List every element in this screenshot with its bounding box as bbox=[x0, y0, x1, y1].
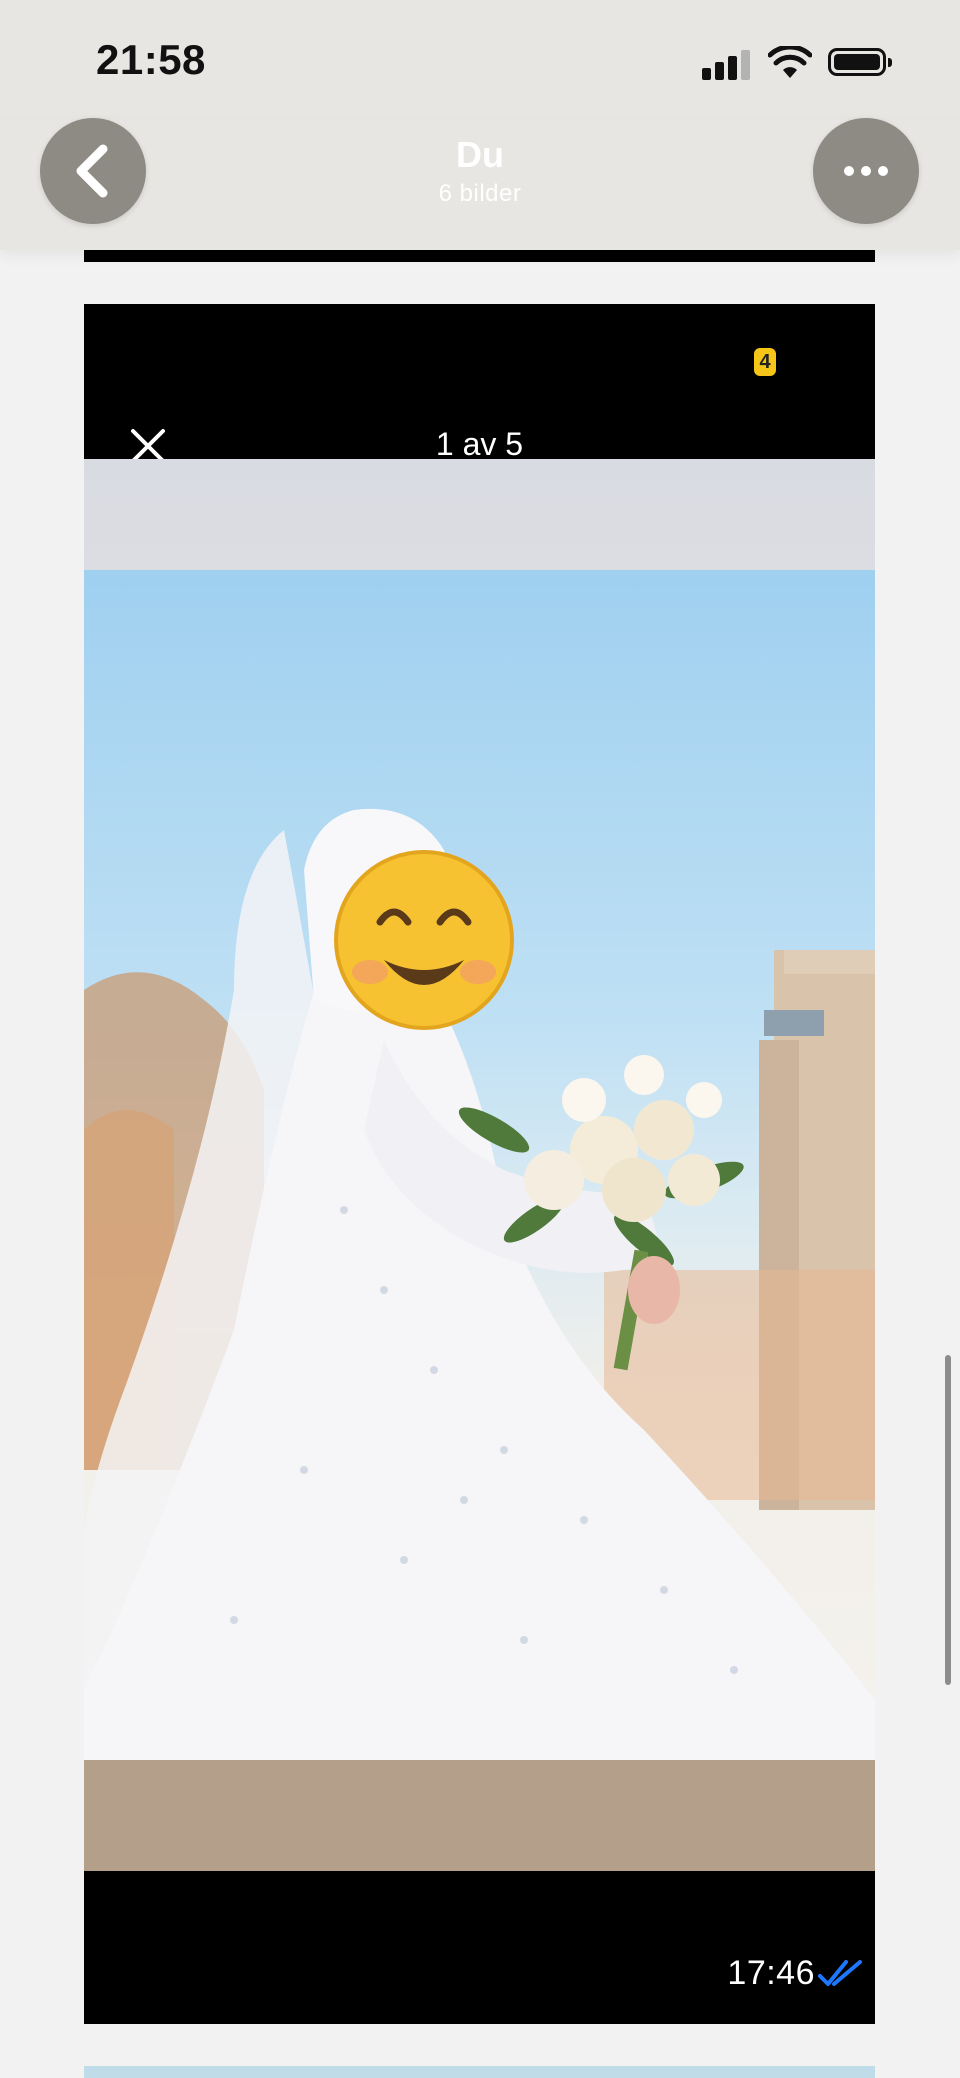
wedding-photo-illustration bbox=[84, 808, 875, 1760]
image-top-band bbox=[84, 459, 875, 570]
scrollbar[interactable] bbox=[945, 1355, 951, 1685]
previous-image-message[interactable] bbox=[84, 250, 875, 262]
wedding-photo[interactable] bbox=[84, 570, 875, 1760]
image-message[interactable]: 4 1 av 5 17:46 bbox=[84, 304, 875, 2024]
image-counter: 1 av 5 bbox=[435, 426, 524, 462]
status-bar: 21:58 bbox=[0, 0, 960, 120]
battery-icon bbox=[828, 48, 892, 76]
double-check-icon bbox=[818, 1960, 862, 1986]
next-image-message[interactable] bbox=[84, 2066, 875, 2078]
wifi-icon bbox=[768, 46, 812, 78]
more-options-button[interactable] bbox=[813, 118, 919, 224]
message-timestamp: 17:46 bbox=[727, 1954, 815, 1992]
more-horizontal-icon bbox=[844, 166, 888, 176]
status-time: 21:58 bbox=[96, 36, 206, 83]
smiling-face-emoji bbox=[334, 850, 514, 1030]
notification-badge: 4 bbox=[754, 348, 776, 376]
cellular-signal-icon bbox=[702, 48, 750, 80]
image-bottom-band bbox=[84, 1760, 875, 1871]
